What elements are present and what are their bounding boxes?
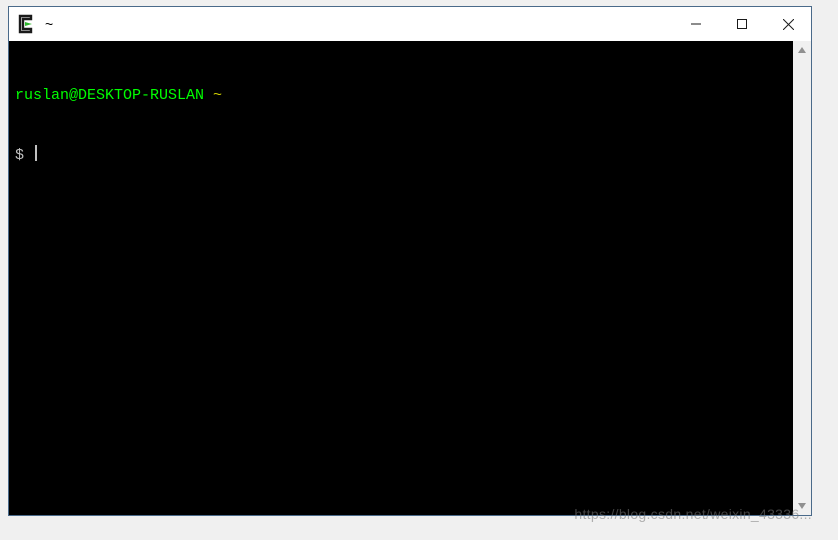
terminal-window: ~ ruslan@DESKTOP-RUSLAN ~ $: [8, 6, 812, 516]
maximize-button[interactable]: [719, 7, 765, 41]
vertical-scrollbar[interactable]: [793, 41, 811, 515]
close-button[interactable]: [765, 7, 811, 41]
titlebar-left: ~: [9, 14, 673, 34]
scroll-up-icon[interactable]: [793, 41, 811, 59]
prompt-line-2: $: [15, 145, 785, 166]
scroll-down-icon[interactable]: [793, 497, 811, 515]
cursor: [35, 145, 37, 161]
prompt-symbol: $: [15, 147, 24, 164]
window-title: ~: [45, 16, 53, 32]
minimize-button[interactable]: [673, 7, 719, 41]
prompt-user-host: ruslan@DESKTOP-RUSLAN: [15, 87, 204, 104]
terminal-area: ruslan@DESKTOP-RUSLAN ~ $: [9, 41, 811, 515]
titlebar[interactable]: ~: [9, 7, 811, 41]
terminal-output[interactable]: ruslan@DESKTOP-RUSLAN ~ $: [9, 41, 793, 515]
window-controls: [673, 7, 811, 41]
prompt-line-1: ruslan@DESKTOP-RUSLAN ~: [15, 86, 785, 106]
cygwin-icon: [17, 14, 37, 34]
prompt-path: ~: [213, 87, 222, 104]
